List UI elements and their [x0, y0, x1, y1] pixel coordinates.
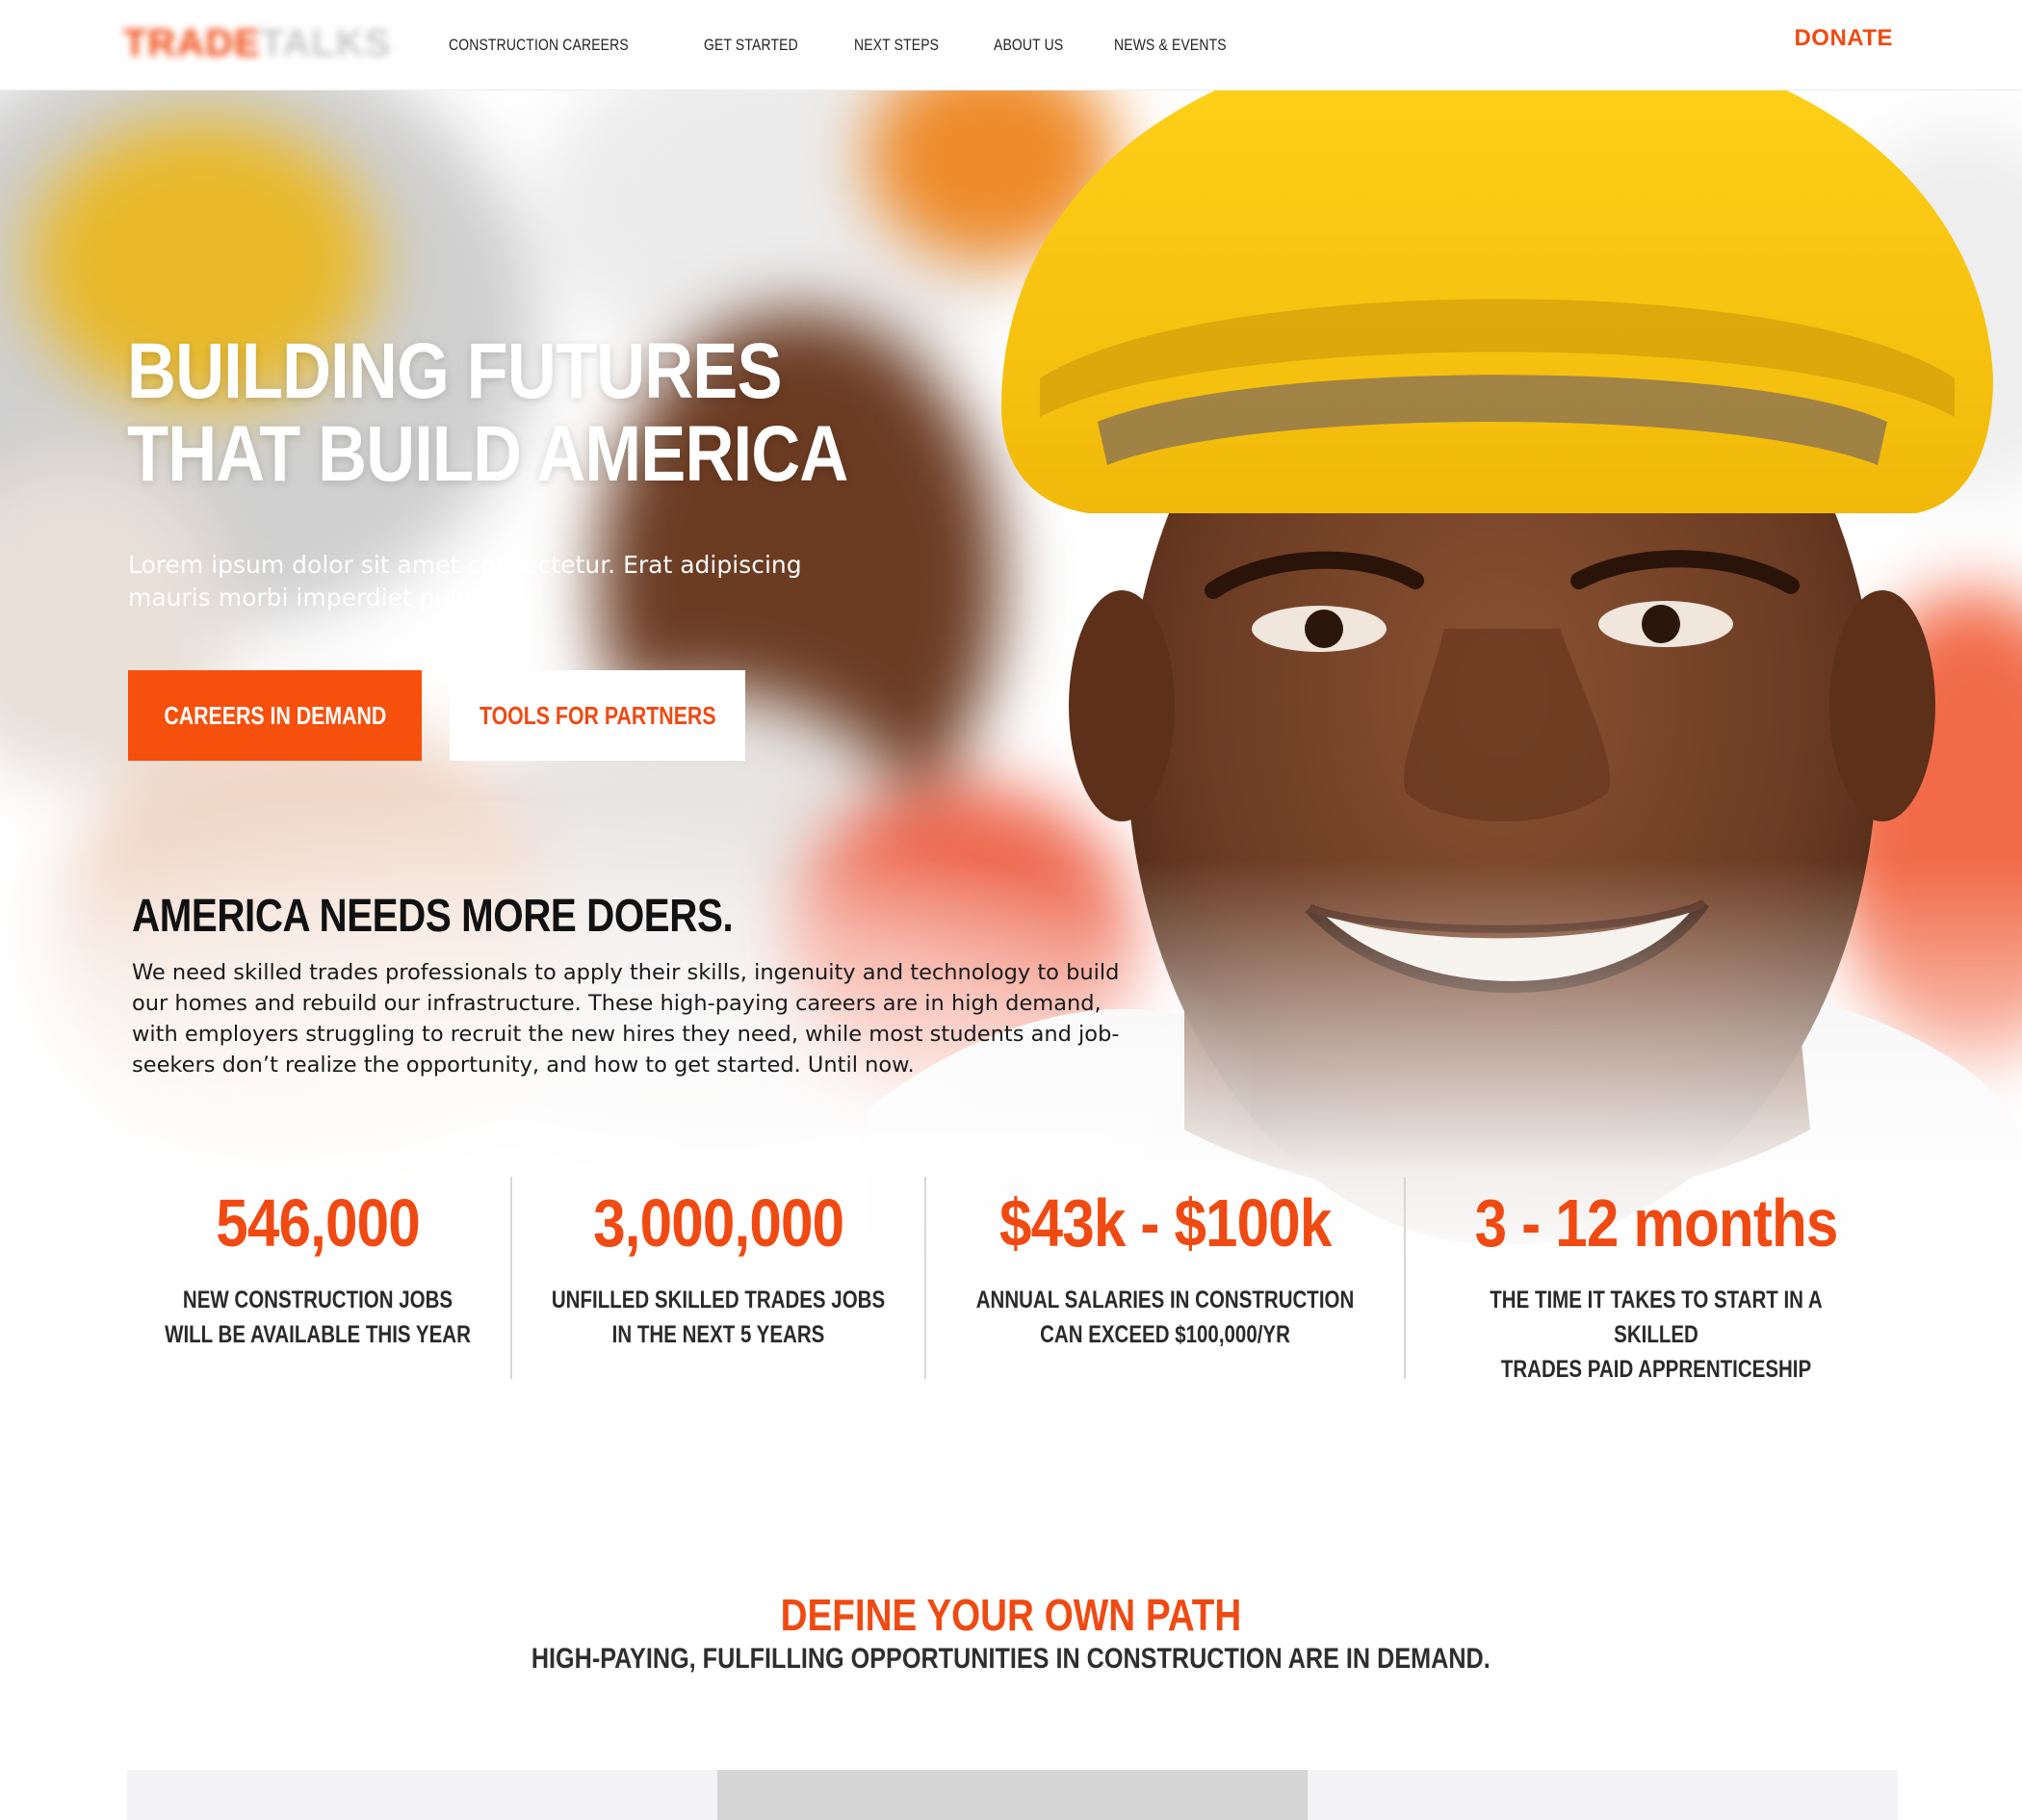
stat-apprenticeship-time: 3 - 12 months THE TIME IT TAKES TO START…: [1406, 1177, 1906, 1383]
donate-link[interactable]: DONATE: [1794, 25, 1893, 52]
stat-value: 3,000,000: [592, 1185, 844, 1261]
tools-for-partners-label: TOOLS FOR PARTNERS: [479, 700, 716, 730]
stat-value: 3 - 12 months: [1474, 1185, 1839, 1261]
stat-value: $43k - $100k: [998, 1185, 1332, 1261]
nav-item-get-started[interactable]: GET STARTED: [704, 36, 798, 55]
path-subtitle-text: HIGH-PAYING, FULFILLING OPPORTUNITIES IN…: [531, 1643, 1491, 1675]
nav-item-next-steps[interactable]: NEXT STEPS: [854, 36, 939, 55]
nav-item-about-us[interactable]: ABOUT US: [994, 36, 1063, 55]
stat-value: 546,000: [216, 1185, 420, 1261]
stat-salaries: $43k - $100k ANNUAL SALARIES IN CONSTRUC…: [926, 1177, 1404, 1379]
stat-new-jobs: 546,000 NEW CONSTRUCTION JOBS WILL BE AV…: [125, 1177, 510, 1379]
hero-title: BUILDING FUTURES THAT BUILD AMERICA: [127, 330, 872, 496]
stat-label: UNFILLED SKILLED TRADES JOBS IN THE NEXT…: [551, 1287, 886, 1348]
path-card[interactable]: [127, 1770, 717, 1820]
intro-heading: AMERICA NEEDS MORE DOERS.: [132, 891, 734, 942]
hero-lead-text: Lorem ipsum dolor sit amet consectetur. …: [128, 551, 802, 611]
main-menu: CONSTRUCTION CAREERS GET STARTED NEXT ST…: [449, 0, 1286, 90]
stat-label: NEW CONSTRUCTION JOBS WILL BE AVAILABLE …: [165, 1287, 471, 1348]
nav-item-news-events[interactable]: NEWS & EVENTS: [1114, 36, 1227, 55]
site-logo[interactable]: TRADETALKS: [123, 21, 402, 65]
path-section-title: DEFINE YOUR OWN PATH: [0, 1589, 2022, 1641]
hero-title-line-2: THAT BUILD AMERICA: [127, 410, 848, 498]
path-section-subtitle: HIGH-PAYING, FULFILLING OPPORTUNITIES IN…: [0, 1643, 2022, 1676]
path-cards: [127, 1770, 1898, 1820]
top-navigation: TRADETALKS CONSTRUCTION CAREERS GET STAR…: [0, 0, 2022, 91]
stat-unfilled-jobs: 3,000,000 UNFILLED SKILLED TRADES JOBS I…: [512, 1177, 924, 1379]
stat-label: ANNUAL SALARIES IN CONSTRUCTION CAN EXCE…: [975, 1287, 1355, 1348]
nav-item-construction-careers[interactable]: CONSTRUCTION CAREERS: [449, 36, 629, 55]
intro-paragraph: We need skilled trades professionals to …: [132, 960, 1120, 1078]
tools-for-partners-button[interactable]: TOOLS FOR PARTNERS: [450, 670, 745, 761]
careers-in-demand-button[interactable]: CAREERS IN DEMAND: [128, 670, 422, 761]
logo-text-secondary: TALKS: [260, 22, 392, 65]
stats-row: 546,000 NEW CONSTRUCTION JOBS WILL BE AV…: [125, 1177, 1906, 1383]
path-card[interactable]: [1308, 1770, 1898, 1820]
careers-in-demand-label: CAREERS IN DEMAND: [164, 700, 386, 730]
hero-title-line-1: BUILDING FUTURES: [127, 327, 783, 415]
stat-label: THE TIME IT TAKES TO START IN A SKILLED …: [1490, 1287, 1823, 1383]
path-title-text: DEFINE YOUR OWN PATH: [780, 1590, 1242, 1640]
path-card[interactable]: [717, 1770, 1308, 1820]
logo-text-primary: TRADE: [123, 22, 261, 65]
